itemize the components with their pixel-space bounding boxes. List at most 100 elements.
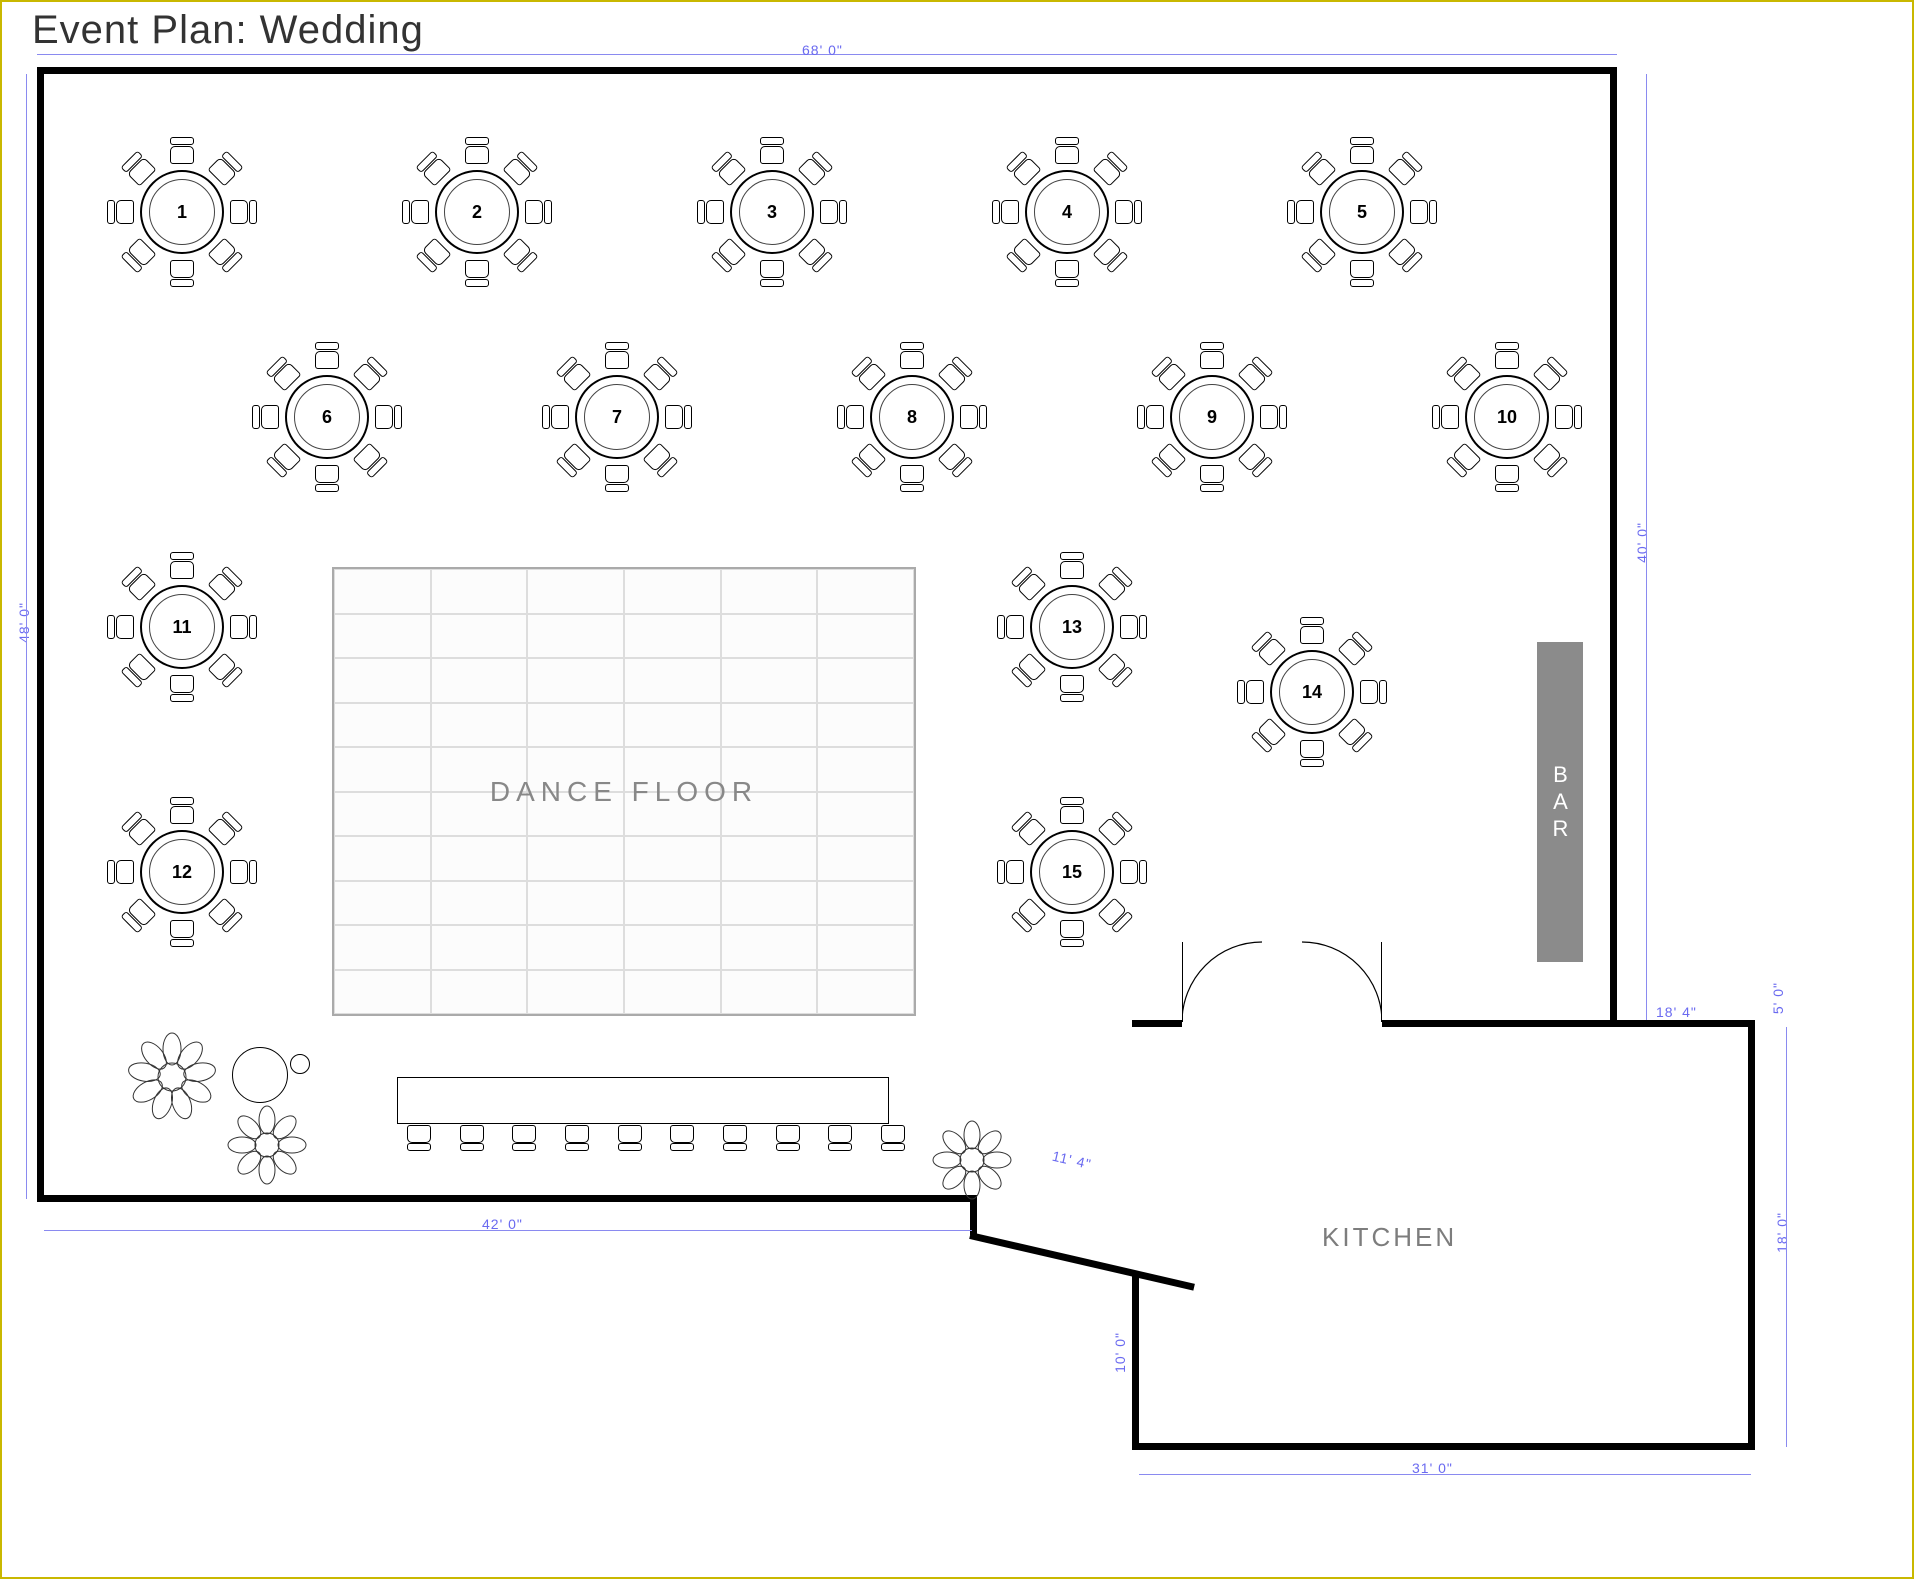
plant-icon [117, 1022, 227, 1122]
chair [1250, 630, 1287, 667]
chair [604, 466, 630, 492]
plant-icon [922, 1112, 1022, 1207]
chair [710, 150, 747, 187]
chair [502, 150, 539, 187]
chair [120, 897, 157, 934]
chair [899, 466, 925, 492]
chair [1116, 199, 1142, 225]
chair [464, 261, 490, 287]
table-number: 12 [140, 830, 224, 914]
dance-floor-tile [431, 925, 528, 970]
round-table: 5 [1282, 132, 1442, 292]
chair [169, 261, 195, 287]
dance-floor-tile [527, 925, 624, 970]
chair [1097, 652, 1134, 689]
wall-kitchen-top-right [1382, 1020, 1610, 1027]
dance-floor-tile [721, 925, 818, 970]
dance-floor-tile [624, 792, 721, 837]
dimension-right-main: 40' 0" [1634, 522, 1650, 563]
chair [710, 237, 747, 274]
chair [1199, 466, 1225, 492]
dance-floor-tile [721, 881, 818, 926]
chair [1337, 717, 1374, 754]
dance-floor-tile [817, 703, 914, 748]
dance-floor-tile [431, 836, 528, 881]
chair [1150, 355, 1187, 392]
wall-right-main [1610, 67, 1617, 1027]
dance-floor-tile [721, 792, 818, 837]
round-table: 14 [1232, 612, 1392, 772]
dance-floor-tile [334, 970, 431, 1015]
chair [120, 237, 157, 274]
chair [1299, 617, 1325, 643]
round-table: 15 [992, 792, 1152, 952]
dance-floor-tile [817, 658, 914, 703]
dance-floor-tile [334, 658, 431, 703]
dance-floor-tile [334, 925, 431, 970]
dance-floor-tile [817, 747, 914, 792]
chair [169, 137, 195, 163]
chair [697, 199, 723, 225]
chair [1387, 150, 1424, 187]
table-number: 4 [1025, 170, 1109, 254]
chair [1494, 342, 1520, 368]
dimension-line-right [1646, 74, 1647, 1020]
chair [1532, 355, 1569, 392]
dimension-corridor-v: 10' 0" [1112, 1332, 1128, 1373]
table-number: 3 [730, 170, 814, 254]
chair [402, 199, 428, 225]
round-table: 12 [102, 792, 262, 952]
head-chair [511, 1123, 537, 1151]
dance-floor-tile [334, 747, 431, 792]
chair [120, 150, 157, 187]
round-table: 7 [537, 337, 697, 497]
chair [837, 404, 863, 430]
chair [231, 859, 257, 885]
dance-floor-tile [334, 836, 431, 881]
dance-floor-tile [721, 658, 818, 703]
wall-kitchen-left [1132, 1272, 1139, 1450]
dance-floor-tile [431, 970, 528, 1015]
round-table: 3 [692, 132, 852, 292]
chair [169, 676, 195, 702]
chair [1054, 261, 1080, 287]
dance-floor-tile [721, 836, 818, 881]
dance-floor-tile [334, 569, 431, 614]
chair [1121, 859, 1147, 885]
chair [1010, 810, 1047, 847]
chair [555, 442, 592, 479]
dance-floor-tile [817, 614, 914, 659]
chair [1059, 676, 1085, 702]
chair [1432, 404, 1458, 430]
chair [642, 442, 679, 479]
dance-floor-tile [431, 703, 528, 748]
head-chair [669, 1123, 695, 1151]
dimension-left: 48' 0" [16, 602, 32, 643]
round-table: 4 [987, 132, 1147, 292]
dance-floor-tile [431, 614, 528, 659]
chair [542, 404, 568, 430]
chair [1494, 466, 1520, 492]
chair [797, 150, 834, 187]
chair [1337, 630, 1374, 667]
chair [1387, 237, 1424, 274]
dimension-line-corridor [44, 1230, 972, 1231]
dance-floor-tile [721, 747, 818, 792]
chair [314, 342, 340, 368]
wall-diagonal [969, 1232, 1195, 1291]
head-chair [459, 1123, 485, 1151]
chair [1361, 679, 1387, 705]
chair [899, 342, 925, 368]
dance-floor-tile [527, 747, 624, 792]
chair [415, 237, 452, 274]
chair [231, 199, 257, 225]
chair [666, 404, 692, 430]
chair [997, 614, 1023, 640]
head-chair [617, 1123, 643, 1151]
chair [352, 355, 389, 392]
chair [107, 859, 133, 885]
chair [1261, 404, 1287, 430]
chair [169, 921, 195, 947]
door-kitchen [1182, 940, 1382, 1030]
wall-left [37, 67, 44, 1202]
